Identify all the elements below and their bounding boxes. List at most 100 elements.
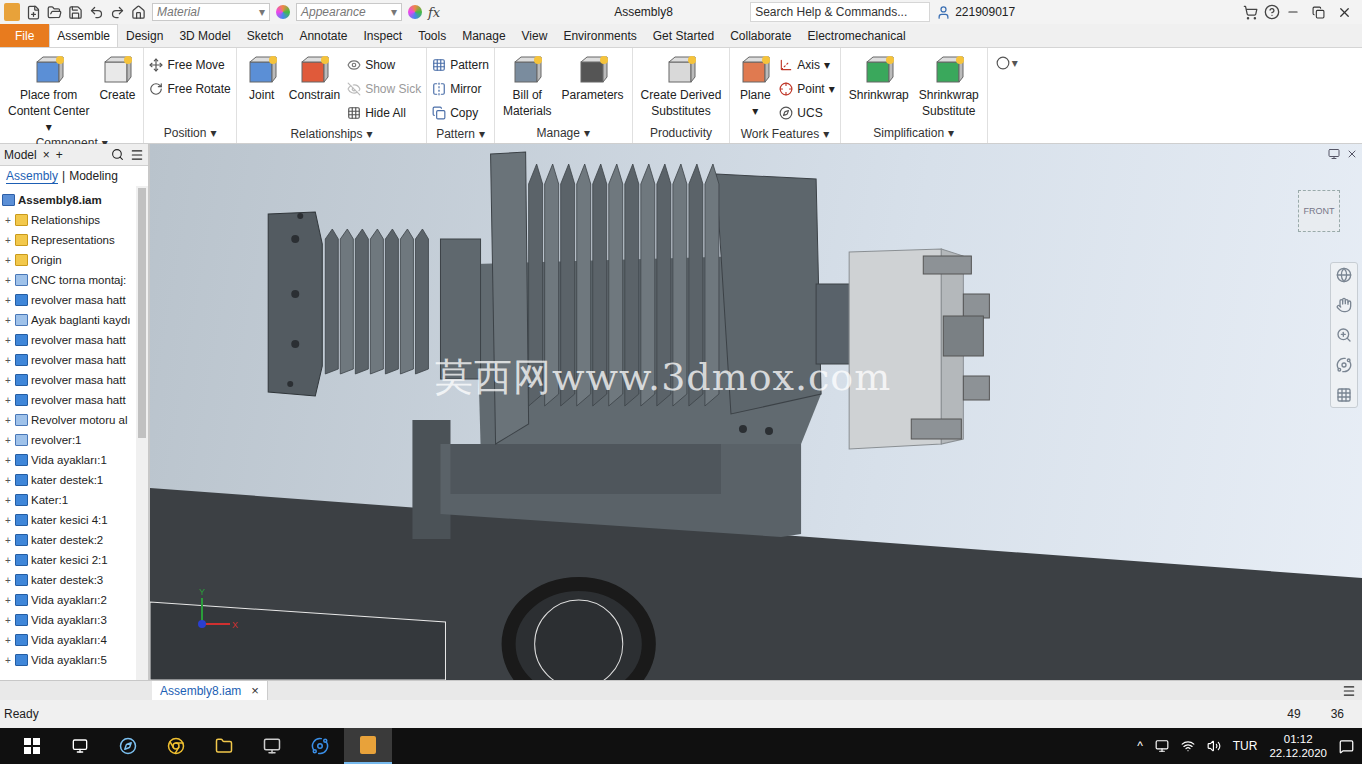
tree-item[interactable]: +Vida ayakları:1 — [0, 450, 136, 470]
tree-item[interactable]: +Vida ayakları:4 — [0, 630, 136, 650]
ribbon-tab[interactable]: Collaborate — [722, 24, 799, 47]
ribbon-small-button[interactable]: Mirror — [432, 78, 489, 100]
graphics-viewport[interactable]: 莫西网www.3dmox.comFRONTYX — [150, 144, 1362, 680]
ribbon-button[interactable]: Place fromContent Center▾ — [5, 52, 92, 136]
help-search[interactable]: Search Help & Commands... — [750, 2, 930, 22]
ribbon-group-label[interactable]: Relationships▾ — [237, 124, 426, 143]
ribbon-tab[interactable]: Manage — [454, 24, 513, 47]
search-icon[interactable] — [111, 148, 124, 161]
document-tab[interactable]: Assembly8.iam× — [152, 681, 268, 700]
tree-item[interactable]: +kater kesici 2:1 — [0, 550, 136, 570]
quick-access-icon[interactable] — [47, 5, 62, 20]
tree-item[interactable]: +Relationships — [0, 210, 136, 230]
zoom-icon[interactable] — [1336, 327, 1352, 343]
quick-access-icon[interactable] — [110, 5, 125, 20]
ribbon-tab[interactable]: View — [514, 24, 556, 47]
ribbon-tab[interactable]: Sketch — [239, 24, 292, 47]
ribbon-tab[interactable]: Electromechanical — [800, 24, 914, 47]
help-icon[interactable] — [1264, 4, 1280, 20]
ribbon-button[interactable]: Create — [96, 52, 138, 136]
ribbon-small-button[interactable]: Axis▾ — [779, 54, 834, 76]
restore-icon[interactable] — [1312, 6, 1325, 19]
ribbon-button[interactable]: ShrinkwrapSubstitute — [916, 52, 982, 123]
tabs-menu-icon[interactable] — [1342, 684, 1356, 698]
quick-access-icon[interactable] — [26, 5, 41, 20]
orbit-icon[interactable] — [1336, 357, 1352, 373]
tree-item[interactable]: +CNC torna montaj: — [0, 270, 136, 290]
ribbon-button[interactable]: Shrinkwrap — [846, 52, 912, 123]
tree-item[interactable]: +revolver masa hatt — [0, 370, 136, 390]
quick-access-icon[interactable] — [131, 5, 146, 20]
start-button[interactable] — [8, 728, 56, 764]
ribbon-small-button[interactable]: Copy — [432, 102, 489, 124]
cart-icon[interactable] — [1243, 5, 1258, 20]
pan-icon[interactable] — [1336, 297, 1352, 313]
user-account[interactable]: 221909017 — [936, 5, 1046, 20]
tree-item[interactable]: +kater destek:2 — [0, 530, 136, 550]
ribbon-small-button[interactable]: Free Move — [149, 54, 230, 76]
wifi-icon[interactable] — [1181, 739, 1195, 753]
options-icon[interactable] — [996, 56, 1010, 70]
ribbon-tab[interactable]: 3D Model — [171, 24, 238, 47]
model-scene[interactable] — [150, 144, 1362, 680]
browser-add[interactable]: + — [56, 148, 63, 162]
look-at-icon[interactable] — [1336, 387, 1352, 403]
tree-item[interactable]: +Representations — [0, 230, 136, 250]
taskbar-app[interactable] — [248, 728, 296, 764]
tree-item[interactable]: +revolver masa hatt — [0, 330, 136, 350]
tree-item[interactable]: +Origin — [0, 250, 136, 270]
ribbon-small-button[interactable]: Pattern — [432, 54, 489, 76]
ribbon-tab[interactable]: Design — [118, 24, 171, 47]
ribbon-small-button[interactable]: UCS — [779, 102, 834, 124]
ribbon-tab[interactable]: Assemble — [49, 24, 118, 47]
taskbar-app[interactable] — [200, 728, 248, 764]
tree-item[interactable]: +revolver masa hatt — [0, 390, 136, 410]
steering-wheel-icon[interactable] — [1336, 267, 1352, 283]
browser-tab[interactable]: Assembly — [6, 169, 58, 184]
ribbon-tab[interactable]: Annotate — [291, 24, 355, 47]
tree-item[interactable]: +Ayak baglanti kaydı — [0, 310, 136, 330]
menu-icon[interactable] — [130, 148, 144, 162]
ribbon-button[interactable]: Constrain — [286, 52, 343, 124]
ribbon-button[interactable]: Parameters — [559, 52, 627, 123]
tree-item[interactable]: +Vida ayakları:3 — [0, 610, 136, 630]
ribbon-group-label[interactable]: Simplification▾ — [841, 123, 987, 143]
taskbar-app[interactable] — [296, 728, 344, 764]
ribbon-tab[interactable]: Environments — [555, 24, 644, 47]
tree-item[interactable]: +kater kesici 4:1 — [0, 510, 136, 530]
ribbon-group-label[interactable]: Position▾ — [144, 123, 235, 143]
volume-icon[interactable] — [1207, 739, 1221, 753]
tree-item[interactable]: +revolver masa hatt — [0, 350, 136, 370]
ribbon-small-button[interactable]: Point▾ — [779, 78, 834, 100]
tree-item[interactable]: Assembly8.iam — [0, 190, 136, 210]
taskbar-app[interactable] — [104, 728, 152, 764]
app-logo-icon[interactable] — [4, 3, 20, 21]
task-view[interactable] — [56, 728, 104, 764]
browser-close[interactable]: × — [43, 148, 50, 162]
ribbon-tab[interactable]: Inspect — [355, 24, 410, 47]
tree-item[interactable]: +Revolver motoru al — [0, 410, 136, 430]
taskbar-app[interactable] — [344, 728, 392, 764]
appearance-dropdown[interactable]: Appearance▾ — [296, 3, 402, 21]
tree-item[interactable]: +Vida ayakları:2 — [0, 590, 136, 610]
view-cube[interactable]: FRONT — [1298, 190, 1340, 232]
clock[interactable]: 01:1222.12.2020 — [1269, 732, 1327, 760]
ribbon-group-label[interactable]: Productivity — [633, 123, 730, 143]
ribbon-button[interactable]: Create DerivedSubstitutes — [638, 52, 725, 123]
viewport-close-icon[interactable] — [1346, 148, 1358, 160]
browser-tab[interactable]: Modeling — [69, 169, 118, 183]
close-icon[interactable] — [1337, 5, 1352, 20]
quick-access-icon[interactable] — [89, 5, 104, 20]
ribbon-button[interactable]: Plane▾ — [735, 52, 775, 124]
ribbon-button[interactable]: Bill ofMaterials — [500, 52, 555, 123]
tree-item[interactable]: +kater destek:3 — [0, 570, 136, 590]
tree-item[interactable]: +revolver masa hatt — [0, 290, 136, 310]
ribbon-tab[interactable]: File — [0, 24, 49, 47]
color-override-icon[interactable] — [408, 5, 422, 19]
ribbon-small-button[interactable]: Show — [347, 54, 421, 76]
language[interactable]: TUR — [1233, 739, 1258, 753]
tree-item[interactable]: +Vida ayakları:5 — [0, 650, 136, 670]
taskbar-app[interactable] — [152, 728, 200, 764]
ribbon-small-button[interactable]: Free Rotate — [149, 78, 230, 100]
ribbon-group-label[interactable]: Pattern▾ — [427, 124, 494, 143]
